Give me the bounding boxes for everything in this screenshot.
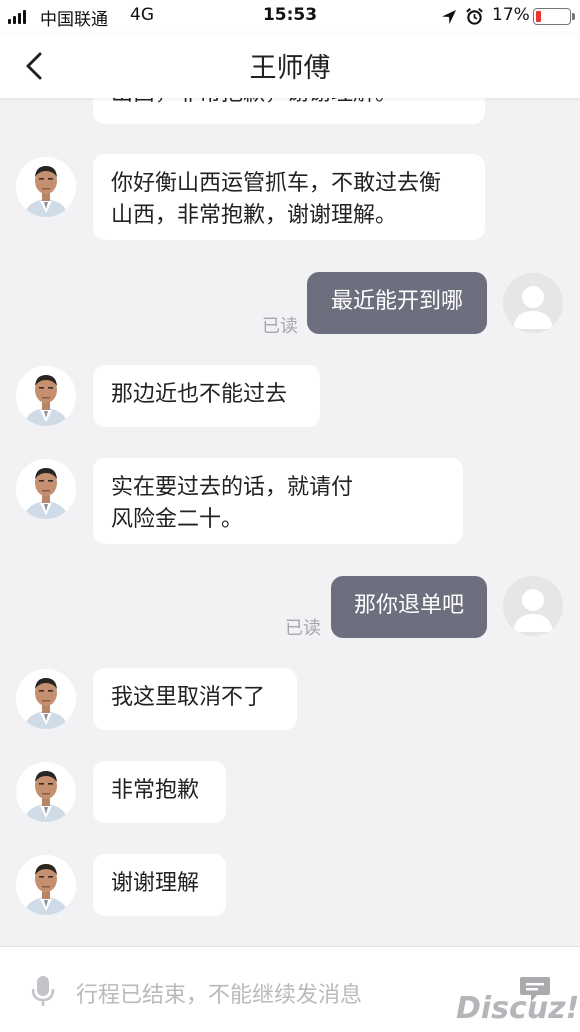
message-bubble-incoming: 实在要过去的话，就请付 风险金二十。	[93, 458, 463, 544]
driver-avatar[interactable]	[16, 459, 76, 519]
driver-avatar[interactable]	[16, 855, 76, 915]
message-text: 你好衡山西运管抓车，不敢过去衡	[111, 171, 442, 196]
message-text: 谢谢理解	[111, 871, 200, 896]
message-bubble-outgoing: 最近能开到哪	[307, 272, 487, 334]
user-avatar[interactable]	[503, 576, 563, 636]
battery-percent: 17%	[492, 5, 530, 25]
message-list[interactable]: 出西，非常抱歉，谢谢理解。 你好衡山西运管抓车，不敢过去衡 山西，非常抱歉，谢谢…	[0, 98, 580, 946]
message-text: 实在要过去的话，就请付	[111, 475, 354, 500]
driver-avatar[interactable]	[16, 366, 76, 426]
chat-screen: 中国联通 4G 15:53 17% 王师傅 出西，非常抱歉，谢谢理解。	[0, 0, 580, 1032]
message-text: 非常抱歉	[111, 778, 200, 803]
message-bubble-outgoing: 那你退单吧	[331, 576, 487, 638]
read-receipt: 已读	[262, 316, 298, 337]
message-bubble-incoming: 你好衡山西运管抓车，不敢过去衡 山西，非常抱歉，谢谢理解。	[93, 154, 485, 240]
driver-avatar[interactable]	[16, 669, 76, 729]
watermark-logo: Discuz!	[456, 991, 580, 1026]
user-avatar[interactable]	[503, 273, 563, 333]
nav-bar: 王师傅	[0, 34, 580, 98]
message-bubble-incoming: 那边近也不能过去	[93, 365, 320, 427]
battery-level	[536, 11, 541, 22]
microphone-icon	[31, 976, 55, 1006]
message-text: 我这里取消不了	[111, 685, 266, 710]
message-text: 出西，非常抱歉，谢谢理解。	[111, 98, 397, 106]
driver-avatar[interactable]	[16, 157, 76, 217]
message-text: 最近能开到哪	[330, 289, 463, 314]
message-text: 那边近也不能过去	[111, 382, 288, 407]
battery-icon	[533, 8, 571, 25]
status-bar: 中国联通 4G 15:53 17%	[0, 0, 580, 34]
alarm-icon	[466, 7, 483, 25]
message-bubble-incoming: 谢谢理解	[93, 854, 226, 916]
message-text: 那你退单吧	[353, 593, 464, 618]
message-text: 风险金二十。	[111, 507, 244, 532]
trip-ended-notice: 行程已结束，不能继续发消息	[76, 983, 363, 1008]
input-bar: 行程已结束，不能继续发消息 Discuz!	[0, 946, 580, 1032]
battery-tip	[572, 13, 575, 20]
message-bubble-incoming: 我这里取消不了	[93, 668, 297, 730]
driver-avatar[interactable]	[16, 762, 76, 822]
message-text: 山西，非常抱歉，谢谢理解。	[111, 203, 398, 228]
read-receipt: 已读	[285, 618, 321, 639]
message-bubble-incoming: 出西，非常抱歉，谢谢理解。	[93, 98, 485, 124]
location-icon	[442, 10, 456, 24]
page-title: 王师傅	[249, 53, 331, 84]
message-bubble-incoming: 非常抱歉	[93, 761, 226, 823]
